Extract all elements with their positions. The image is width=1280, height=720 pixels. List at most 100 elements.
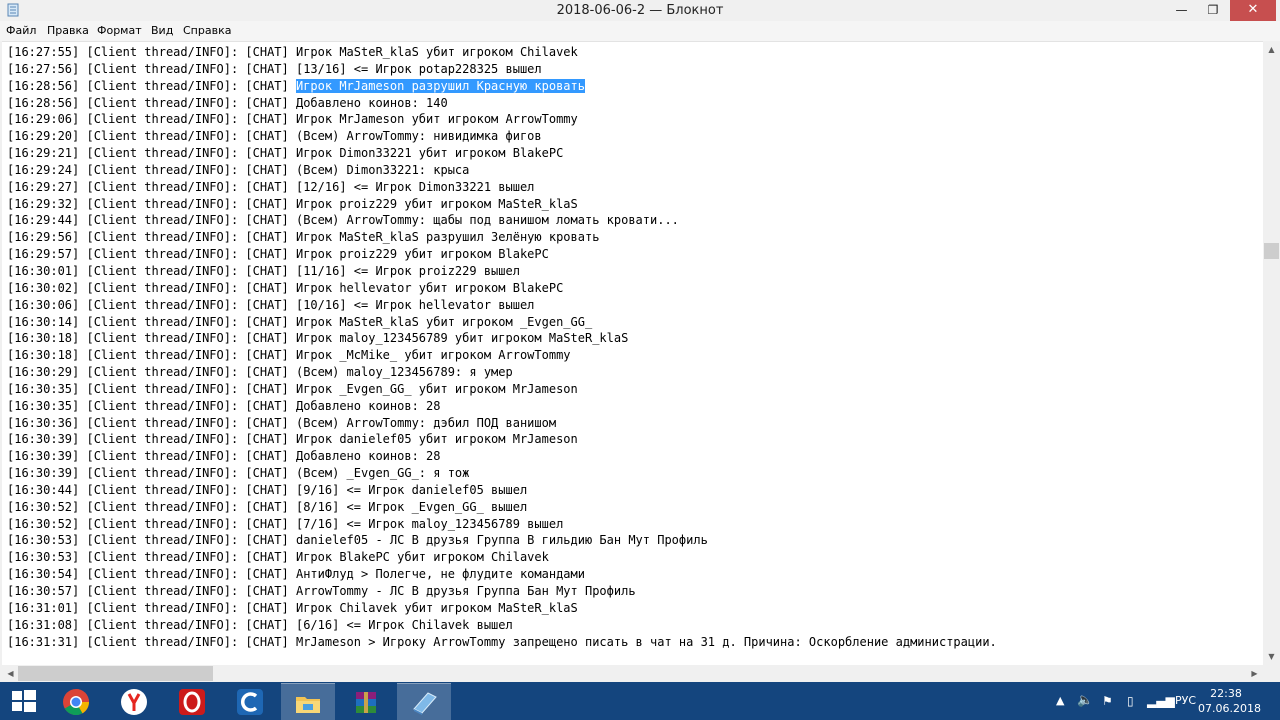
title-bar[interactable]: 2018-06-06-2 — Блокнот — ❐ ✕ [0,0,1280,21]
taskbar-opera[interactable] [165,683,219,719]
log-prefix: [16:28:56] [Client thread/INFO]: [CHAT] [7,95,296,110]
window-title: 2018-06-06-2 — Блокнот [556,3,724,18]
taskbar-ccleaner[interactable] [223,683,277,719]
log-message: [7/16] <= Игрок maloy_123456789 вышел [295,516,564,531]
log-message: Игрок BlakePC убит игроком Chilavek [295,550,549,565]
menu-view[interactable]: Вид [148,21,176,41]
text-editor-area[interactable]: [16:27:55] [Client thread/INFO]: [CHAT] … [2,41,1263,666]
log-prefix: [16:30:53] [Client thread/INFO]: [CHAT] [7,550,296,565]
text-line: [16:30:02] [Client thread/INFO]: [CHAT] … [7,280,997,297]
maximize-button[interactable]: ❐ [1196,0,1230,21]
show-hidden-icons-icon[interactable]: ▲ [1056,682,1064,720]
log-message: Игрок danielef05 убит игроком MrJameson [295,432,578,447]
scroll-left-arrow-icon[interactable]: ◀ [2,665,19,682]
log-message: Игрок hellevator убит игроком BlakePC [295,280,564,295]
log-prefix: [16:30:02] [Client thread/INFO]: [CHAT] [7,280,296,295]
battery-icon[interactable]: ▯ [1127,682,1134,720]
log-prefix: [16:30:39] [Client thread/INFO]: [CHAT] [7,466,296,481]
volume-icon[interactable]: 🔈 [1077,682,1093,720]
log-prefix: [16:29:56] [Client thread/INFO]: [CHAT] [7,230,296,245]
text-line: [16:29:57] [Client thread/INFO]: [CHAT] … [7,246,997,263]
taskbar-winrar[interactable] [339,683,393,719]
log-prefix: [16:28:56] [Client thread/INFO]: [CHAT] [7,78,296,93]
log-message: [12/16] <= Игрок Dimon33221 вышел [295,179,535,194]
scroll-down-arrow-icon[interactable]: ▼ [1263,648,1280,665]
text-line: [16:27:55] [Client thread/INFO]: [CHAT] … [7,44,997,61]
log-prefix: [16:30:52] [Client thread/INFO]: [CHAT] [7,499,296,514]
log-message: Игрок Chilavek убит игроком MaSteR_klaS [295,600,578,615]
log-prefix: [16:30:36] [Client thread/INFO]: [CHAT] [7,415,296,430]
text-line: [16:30:39] [Client thread/INFO]: [CHAT] … [7,448,997,465]
log-message: [11/16] <= Игрок proiz229 вышел [295,263,520,278]
menu-help[interactable]: Справка [180,21,234,41]
log-prefix: [16:30:14] [Client thread/INFO]: [CHAT] [7,314,296,329]
log-message: (Всем) Dimon33221: крыса [295,162,470,177]
log-prefix: [16:29:24] [Client thread/INFO]: [CHAT] [7,162,296,177]
text-line: [16:28:56] [Client thread/INFO]: [CHAT] … [7,78,997,95]
text-line: [16:29:24] [Client thread/INFO]: [CHAT] … [7,162,997,179]
log-prefix: [16:30:39] [Client thread/INFO]: [CHAT] [7,449,296,464]
text-line: [16:31:31] [Client thread/INFO]: [CHAT] … [7,634,997,651]
log-prefix: [16:30:18] [Client thread/INFO]: [CHAT] [7,331,296,346]
minimize-button[interactable]: — [1167,0,1196,21]
network-icon[interactable]: ▂▄▆ [1147,682,1175,720]
log-message: АнтиФлуд > Полегче, не флудите командами [295,567,585,582]
horizontal-scroll-thumb[interactable] [18,666,213,681]
log-prefix: [16:31:08] [Client thread/INFO]: [CHAT] [7,617,296,632]
text-content: [16:27:55] [Client thread/INFO]: [CHAT] … [7,44,997,650]
taskbar-notepad[interactable] [397,683,451,720]
vertical-scrollbar[interactable]: ▲ ▼ [1263,41,1280,665]
scroll-right-arrow-icon[interactable]: ▶ [1246,665,1263,682]
system-clock[interactable]: 22:38 07.06.2018 [1198,686,1261,716]
log-message: [6/16] <= Игрок Chilavek вышел [295,617,513,632]
chrome-icon [63,689,90,716]
log-prefix: [16:29:57] [Client thread/INFO]: [CHAT] [7,247,296,262]
log-prefix: [16:30:54] [Client thread/INFO]: [CHAT] [7,567,296,582]
selected-text: Игрок MrJameson разрушил Красную кровать [295,78,585,93]
log-prefix: [16:30:44] [Client thread/INFO]: [CHAT] [7,482,296,497]
text-line: [16:30:18] [Client thread/INFO]: [CHAT] … [7,347,997,364]
language-indicator[interactable]: РУС [1175,682,1196,720]
log-message: [13/16] <= Игрок potap228325 вышел [295,61,542,76]
text-line: [16:27:56] [Client thread/INFO]: [CHAT] … [7,61,997,78]
log-prefix: [16:27:56] [Client thread/INFO]: [CHAT] [7,61,296,76]
taskbar-chrome[interactable] [49,683,103,719]
text-line: [16:31:01] [Client thread/INFO]: [CHAT] … [7,600,997,617]
scroll-up-arrow-icon[interactable]: ▲ [1263,41,1280,58]
ccleaner-icon [237,689,263,715]
log-message: Добавлено коинов: 140 [295,95,448,110]
text-line: [16:30:35] [Client thread/INFO]: [CHAT] … [7,381,997,398]
clock-time: 22:38 [1210,687,1242,700]
menu-format[interactable]: Формат [94,21,145,41]
text-line: [16:29:20] [Client thread/INFO]: [CHAT] … [7,128,997,145]
taskbar-yandex-browser[interactable] [107,683,161,719]
windows-start-icon[interactable] [8,688,38,714]
close-button[interactable]: ✕ [1230,0,1276,21]
clock-date: 07.06.2018 [1198,702,1261,715]
text-line: [16:30:18] [Client thread/INFO]: [CHAT] … [7,330,997,347]
log-message: Игрок Dimon33221 убит игроком BlakePC [295,146,564,161]
text-line: [16:29:21] [Client thread/INFO]: [CHAT] … [7,145,997,162]
log-message: Игрок _Evgen_GG_ убит игроком MrJameson [295,381,578,396]
taskbar-file-explorer[interactable] [281,683,335,720]
menu-file[interactable]: Файл [3,21,39,41]
text-line: [16:30:29] [Client thread/INFO]: [CHAT] … [7,364,997,381]
log-message: ArrowTommy - ЛС В друзья Группа Бан Мут … [295,584,636,598]
text-line: [16:30:52] [Client thread/INFO]: [CHAT] … [7,516,997,533]
text-line: [16:30:57] [Client thread/INFO]: [CHAT] … [7,583,997,600]
menu-edit[interactable]: Правка [44,21,92,41]
log-message: MrJameson > Игроку ArrowTommy запрещено … [295,634,997,649]
horizontal-scrollbar[interactable]: ◀ ▶ [2,665,1263,682]
log-message: Игрок MaSteR_klaS разрушил Зелёную крова… [295,230,600,245]
log-prefix: [16:29:44] [Client thread/INFO]: [CHAT] [7,213,296,228]
size-grip[interactable] [1263,665,1280,682]
folder-icon [296,697,320,713]
log-prefix: [16:30:29] [Client thread/INFO]: [CHAT] [7,365,296,380]
log-message: [8/16] <= Игрок _Evgen_GG_ вышел [295,499,528,514]
text-line: [16:29:56] [Client thread/INFO]: [CHAT] … [7,229,997,246]
vertical-scroll-thumb[interactable] [1264,243,1279,259]
action-center-flag-icon[interactable]: ⚑ [1102,682,1113,720]
text-line: [16:30:35] [Client thread/INFO]: [CHAT] … [7,398,997,415]
log-message: Игрок _McMike_ убит игроком ArrowTommy [295,348,571,363]
log-prefix: [16:30:06] [Client thread/INFO]: [CHAT] [7,297,296,312]
